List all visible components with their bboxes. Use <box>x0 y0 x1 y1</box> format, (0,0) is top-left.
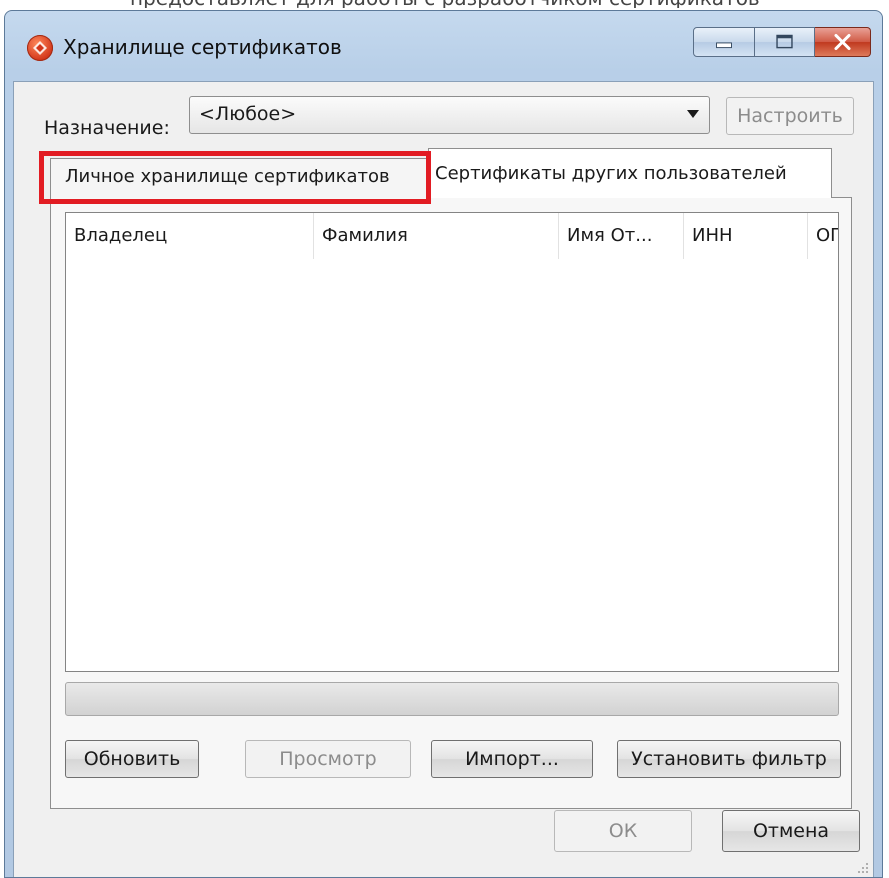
minimize-icon <box>716 42 732 49</box>
certificate-store-window: Хранилище сертификатов Назначение: <Любо… <box>4 10 883 878</box>
maximize-button[interactable] <box>755 27 815 57</box>
column-header-inn[interactable]: ИНН <box>684 213 808 259</box>
column-header-owner[interactable]: Владелец <box>66 213 314 259</box>
minimize-button[interactable] <box>693 27 755 57</box>
view-button[interactable]: Просмотр <box>245 740 411 778</box>
close-icon <box>834 33 851 51</box>
certificate-store-icon <box>27 35 53 61</box>
title-bar[interactable]: Хранилище сертификатов <box>5 11 882 81</box>
highlight-frame <box>39 151 431 204</box>
tab-panel: Владелец Фамилия Имя От... ИНН ОГ Обнови… <box>50 197 852 809</box>
column-header-ogrn[interactable]: ОГ <box>808 213 838 259</box>
purpose-dropdown[interactable]: <Любое> <box>189 96 710 134</box>
set-filter-button[interactable]: Установить фильтр <box>617 740 841 778</box>
purpose-label: Назначение: <box>44 117 170 139</box>
background-caption-text: предоставляет для работы с разработчиком… <box>130 0 760 8</box>
window-title: Хранилище сертификатов <box>63 35 342 59</box>
ok-button[interactable]: ОК <box>554 810 692 852</box>
column-header-name-patronymic[interactable]: Имя От... <box>559 213 684 259</box>
configure-button[interactable]: Настроить <box>726 97 854 135</box>
import-button[interactable]: Импорт... <box>431 740 593 778</box>
cancel-button[interactable]: Отмена <box>722 810 860 852</box>
close-button[interactable] <box>815 27 871 57</box>
resize-grip-icon[interactable] <box>855 860 869 874</box>
horizontal-scrollbar[interactable] <box>65 682 839 716</box>
refresh-button[interactable]: Обновить <box>65 740 199 778</box>
dialog-client-area: Назначение: <Любое> Настроить Владелец Ф… <box>13 81 874 877</box>
column-header-surname[interactable]: Фамилия <box>314 213 559 259</box>
list-header: Владелец Фамилия Имя От... ИНН ОГ <box>66 213 838 259</box>
purpose-selected-value: <Любое> <box>199 103 297 125</box>
background-caption-strip: предоставляет для работы с разработчиком… <box>0 0 889 8</box>
chevron-down-icon <box>687 110 699 118</box>
maximize-icon <box>776 34 793 49</box>
certificate-list[interactable]: Владелец Фамилия Имя От... ИНН ОГ <box>65 212 839 672</box>
tab-other-users[interactable]: Сертификаты других пользователей <box>428 148 832 198</box>
